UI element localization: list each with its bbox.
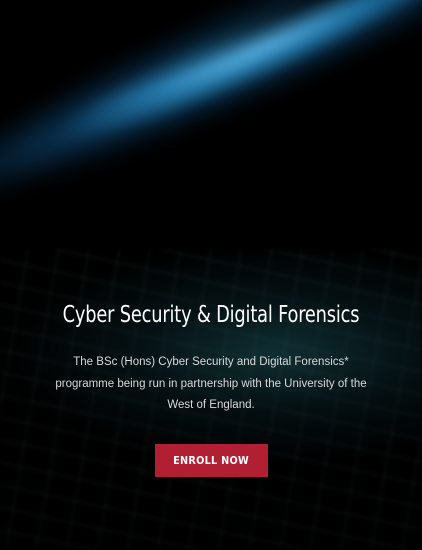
hero-banner: Cyber Security & Digital Forensics The B…	[0, 0, 422, 550]
hero-content: Cyber Security & Digital Forensics The B…	[0, 0, 422, 550]
enroll-now-label: ENROLL NOW	[173, 454, 250, 467]
enroll-now-button[interactable]: ENROLL NOW	[155, 444, 268, 477]
hero-description: The BSc (Hons) Cyber Security and Digita…	[55, 356, 367, 411]
hero-title: Cyber Security & Digital Forensics	[62, 302, 360, 328]
